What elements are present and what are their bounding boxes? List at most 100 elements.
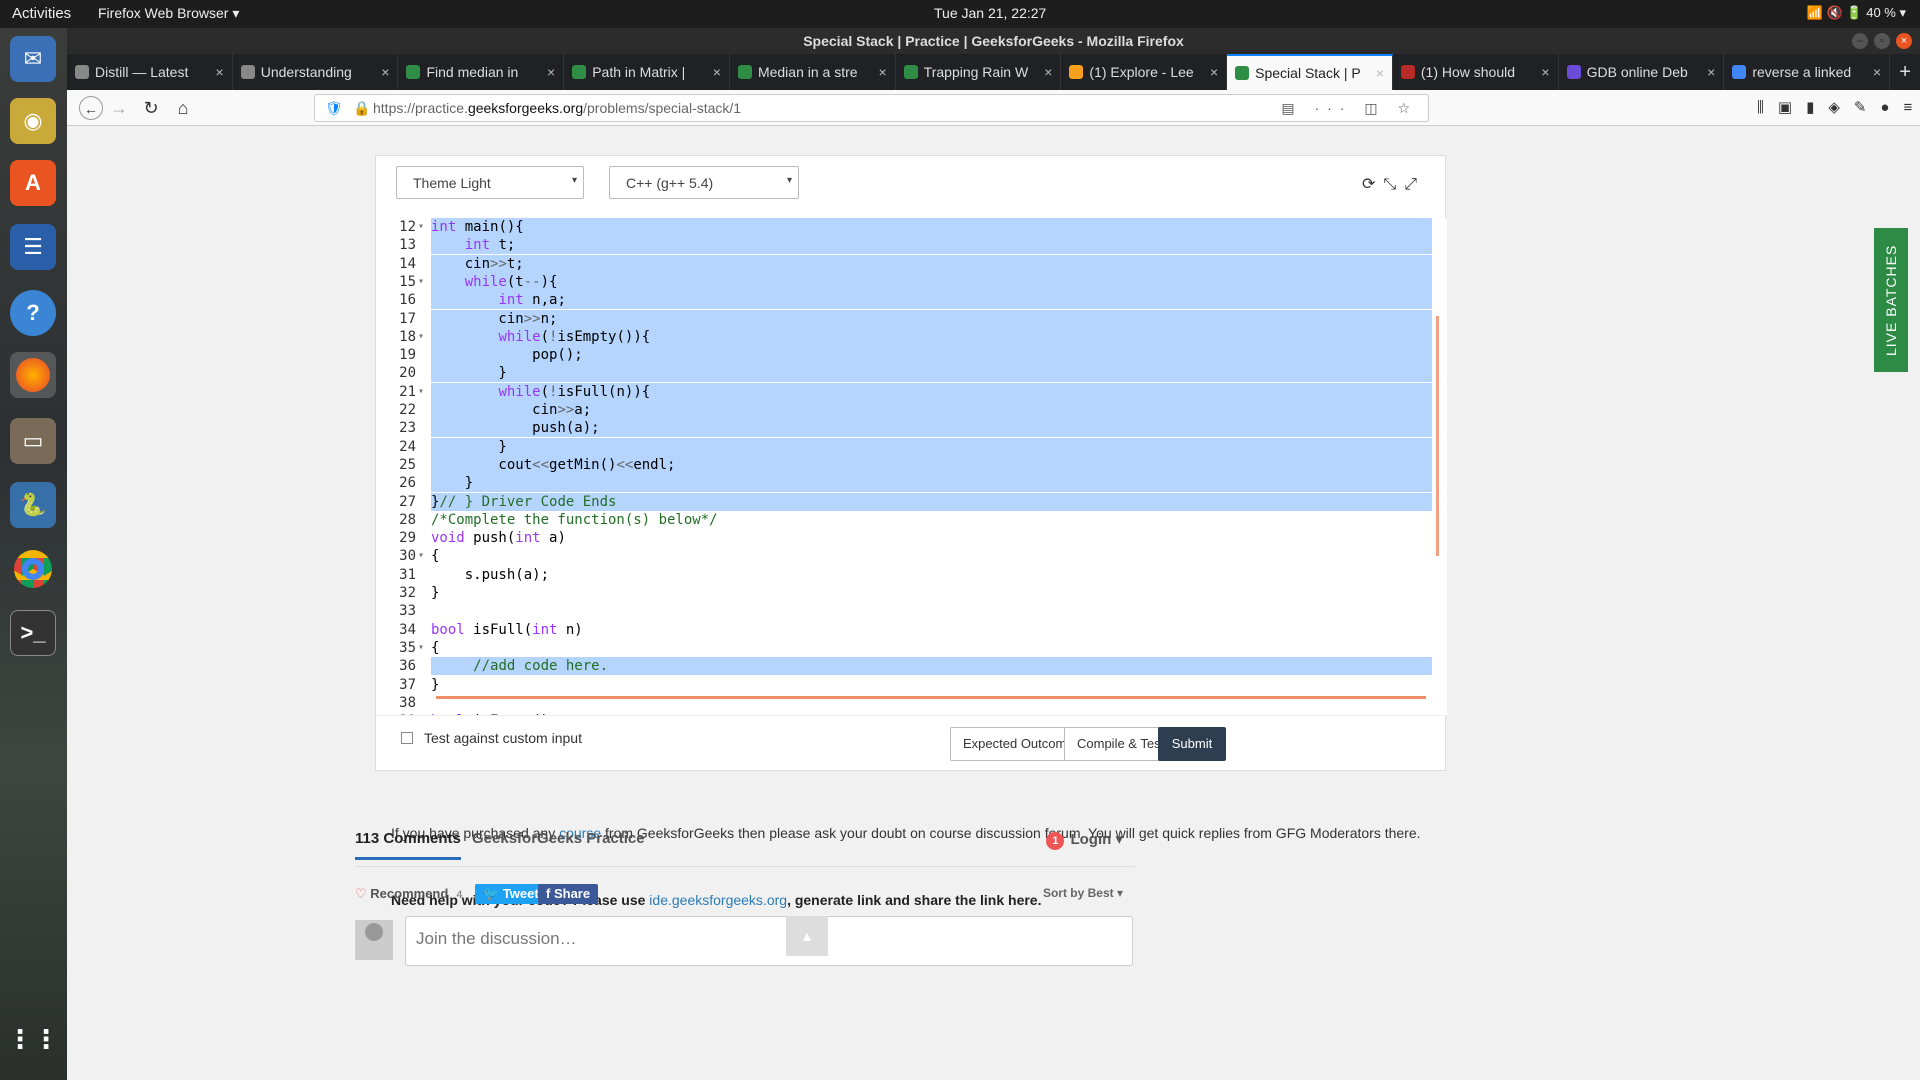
code-line[interactable]: 19 pop(); <box>376 346 1447 365</box>
code-line[interactable]: 15 ▾ while(t--){ <box>376 272 1447 291</box>
code-text[interactable]: pop(); <box>431 346 1432 365</box>
code-text[interactable]: bool isFull(int n) <box>431 621 583 639</box>
tweet-button[interactable]: 🐦 Tweet <box>475 884 547 904</box>
code-text[interactable]: { <box>431 639 439 657</box>
code-text[interactable]: push(a); <box>431 419 1432 438</box>
code-text[interactable]: } <box>431 676 439 694</box>
share-button[interactable]: f Share <box>538 884 599 904</box>
code-line[interactable]: 18 ▾ while(!isEmpty()){ <box>376 327 1447 346</box>
submit-button[interactable]: Submit <box>1158 727 1226 761</box>
close-tab-icon[interactable]: × <box>1044 64 1052 80</box>
firefox-icon[interactable] <box>10 352 56 398</box>
custom-input-checkbox[interactable] <box>401 732 413 744</box>
tab[interactable]: Trapping Rain W × <box>896 54 1062 90</box>
code-line[interactable]: 30 ▾ { <box>376 547 1447 565</box>
reload-icon[interactable]: ↻ <box>139 96 163 120</box>
close-tab-icon[interactable]: × <box>878 64 886 80</box>
code-text[interactable]: cout<<getMin()<<endl; <box>431 455 1432 474</box>
code-text[interactable]: cin>>n; <box>431 309 1432 328</box>
sort-menu[interactable]: Sort by Best ▾ <box>1043 886 1123 900</box>
code-line[interactable]: 26 } <box>376 474 1447 493</box>
close-tab-icon[interactable]: × <box>216 64 224 80</box>
tab[interactable]: (1) How should × <box>1393 54 1559 90</box>
code-line[interactable]: 29 void push(int a) <box>376 529 1447 547</box>
recommend-button[interactable]: ♡ Recommend 4 <box>355 886 462 902</box>
python-icon[interactable]: 🐍 <box>10 482 56 528</box>
code-line[interactable]: 23 push(a); <box>376 419 1447 438</box>
code-line[interactable]: 22 cin>>a; <box>376 401 1447 419</box>
code-line[interactable]: 33 <box>376 602 1447 620</box>
code-text[interactable]: void push(int a) <box>431 529 566 547</box>
code-text[interactable]: while(t--){ <box>431 272 1432 291</box>
close-tab-icon[interactable]: × <box>1707 64 1715 80</box>
tab[interactable]: GDB online Deb × <box>1559 54 1725 90</box>
editor-scrollbar[interactable] <box>1436 316 1439 556</box>
url-text[interactable]: https://practice.geeksforgeeks.org/probl… <box>373 95 741 121</box>
code-line[interactable]: 36 //add code here. <box>376 657 1447 676</box>
tab[interactable]: Distill — Latest × <box>67 54 233 90</box>
fold-icon[interactable]: ▾ <box>418 273 424 291</box>
code-line[interactable]: 12 ▾ int main(){ <box>376 218 1447 236</box>
code-text[interactable]: cin>>a; <box>431 401 1432 419</box>
tab[interactable]: reverse a linked × <box>1724 54 1891 90</box>
code-text[interactable]: s.push(a); <box>431 566 549 584</box>
writer-icon[interactable]: ☰ <box>10 224 56 270</box>
tab-active[interactable]: Special Stack | P × <box>1227 54 1393 90</box>
files-icon[interactable]: ▭ <box>10 418 56 464</box>
code-text[interactable]: } <box>431 437 1432 456</box>
code-text[interactable]: } <box>431 584 439 602</box>
code-line[interactable]: 25 cout<<getMin()<<endl; <box>376 455 1447 474</box>
close-tab-icon[interactable]: × <box>1210 64 1218 80</box>
lock-icon[interactable]: 🔒 <box>353 95 370 121</box>
language-select[interactable]: C++ (g++ 5.4) ▾ <box>609 166 799 199</box>
chevron-up-icon[interactable]: ▲ <box>786 916 828 956</box>
live-batches-button[interactable]: LIVE BATCHES <box>1874 228 1908 372</box>
code-text[interactable]: }// } Driver Code Ends <box>431 492 1432 511</box>
comments-count-tab[interactable]: 113 Comments <box>355 830 461 860</box>
code-text[interactable]: int n,a; <box>431 291 1432 310</box>
activities-button[interactable]: Activities <box>12 5 71 22</box>
theme-select[interactable]: Theme Light ▾ <box>396 166 584 199</box>
back-icon[interactable]: ← <box>79 96 103 120</box>
code-line[interactable]: 32} <box>376 584 1447 602</box>
code-text[interactable]: int main(){ <box>431 218 1432 236</box>
clock[interactable]: Tue Jan 21, 22:27 <box>934 5 1046 21</box>
code-text[interactable]: { <box>431 547 439 565</box>
fold-icon[interactable]: ▾ <box>418 639 424 657</box>
system-tray[interactable]: 📶 🔇 🔋 40 % ▾ <box>1807 5 1906 21</box>
maximize-icon[interactable]: ▫ <box>1874 33 1890 49</box>
login-menu[interactable]: 1 Login ▾ <box>1046 830 1123 850</box>
home-icon[interactable]: ⌂ <box>171 96 195 120</box>
code-line[interactable]: 14 cin>>t; <box>376 254 1447 273</box>
show-apps-icon[interactable]: ⋮⋮ <box>7 1016 59 1062</box>
forward-icon[interactable]: → <box>107 96 131 120</box>
minimize-icon[interactable]: – <box>1852 33 1868 49</box>
fold-icon[interactable]: ▾ <box>418 218 424 236</box>
code-line[interactable]: 34 bool isFull(int n) <box>376 621 1447 639</box>
close-tab-icon[interactable]: × <box>1376 65 1384 81</box>
fold-icon[interactable]: ▾ <box>418 328 424 346</box>
code-line[interactable]: 35 ▾ { <box>376 639 1447 657</box>
chrome-icon[interactable] <box>10 546 56 592</box>
terminal-icon[interactable]: >_ <box>10 610 56 656</box>
code-line[interactable]: 37} <box>376 676 1447 694</box>
url-bar[interactable]: 🛡 🔒 https://practice.geeksforgeeks.org/p… <box>314 94 1429 122</box>
close-tab-icon[interactable]: × <box>713 64 721 80</box>
code-line[interactable]: 28 /*Complete the function(s) below*/ <box>376 511 1447 529</box>
tab[interactable]: Find median in × <box>398 54 565 90</box>
tab[interactable]: Understanding × <box>233 54 399 90</box>
code-line[interactable]: 24 } <box>376 437 1447 456</box>
compress-icon[interactable]: ⤡ <box>1383 176 1404 193</box>
help-icon[interactable]: ? <box>10 290 56 336</box>
rhythmbox-icon[interactable]: ◉ <box>10 98 56 144</box>
code-line[interactable]: 21 ▾ while(!isFull(n)){ <box>376 382 1447 401</box>
code-text[interactable]: } <box>431 474 1432 493</box>
community-tab[interactable]: GeeksforGeeks Practice <box>472 830 645 847</box>
url-actions[interactable]: ▤ ··· ◫ ☆ <box>1281 95 1418 121</box>
code-text[interactable]: } <box>431 364 1432 383</box>
close-tab-icon[interactable]: × <box>381 64 389 80</box>
code-line[interactable]: 17 cin>>n; <box>376 309 1447 328</box>
thunderbird-icon[interactable]: ✉ <box>10 36 56 82</box>
code-area[interactable]: 12 ▾ int main(){13 int t; 14 cin>>t; 15 ▾ whi… <box>376 218 1447 715</box>
code-text[interactable]: int t; <box>431 236 1432 255</box>
